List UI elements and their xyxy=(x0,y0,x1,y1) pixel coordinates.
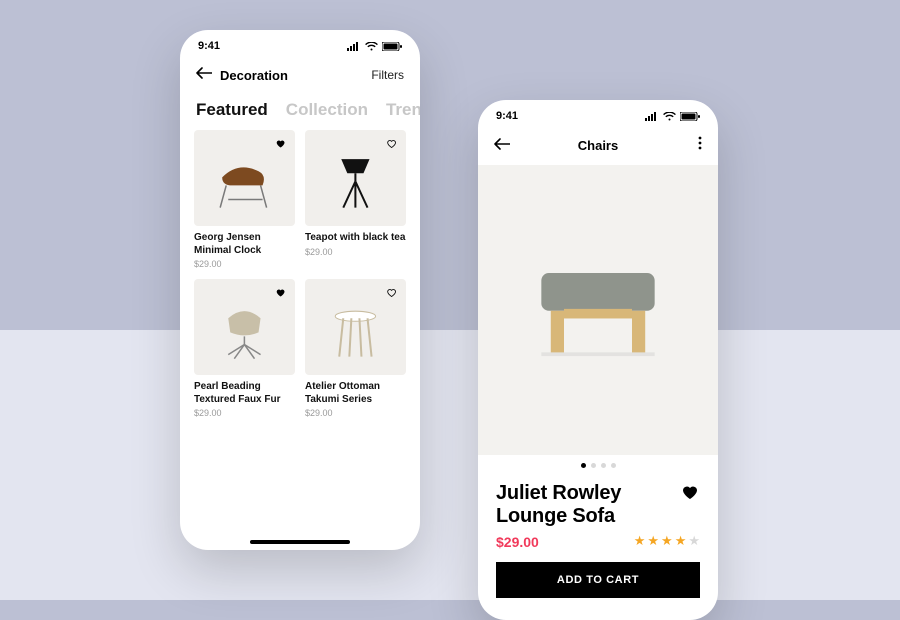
favorite-button[interactable] xyxy=(680,482,700,507)
back-button[interactable] xyxy=(196,66,212,84)
pager-dot[interactable] xyxy=(591,463,596,468)
status-icons xyxy=(347,42,402,51)
heart-icon xyxy=(275,138,286,149)
arrow-left-icon xyxy=(196,67,212,79)
heart-icon xyxy=(386,287,397,298)
wifi-icon xyxy=(663,112,676,121)
product-price: $29.00 xyxy=(194,408,295,418)
product-title: Teapot with black tea xyxy=(305,232,406,245)
product-image xyxy=(194,279,295,375)
product-card[interactable]: Atelier Ottoman Takumi Series $29.00 xyxy=(305,279,406,418)
detail-title: Juliet Rowley Lounge Sofa xyxy=(496,482,656,528)
product-image xyxy=(305,279,406,375)
page-title: Decoration xyxy=(220,68,288,83)
tab-collection[interactable]: Collection xyxy=(286,100,368,120)
more-button[interactable] xyxy=(698,136,702,155)
rating-stars: ★ ★ ★ ★ ★ xyxy=(634,534,700,547)
pager-dot[interactable] xyxy=(601,463,606,468)
signal-icon xyxy=(645,112,659,121)
detail-body: Juliet Rowley Lounge Sofa $29.00 ★ ★ ★ ★… xyxy=(478,476,718,550)
wifi-icon xyxy=(365,42,378,51)
listing-header: Decoration Filters xyxy=(180,56,420,94)
detail-price: $29.00 xyxy=(496,534,539,550)
detail-category-title: Chairs xyxy=(478,138,718,153)
detail-screen: 9:41 Chairs Juliet Rowley xyxy=(478,100,718,620)
status-icons xyxy=(645,112,700,121)
filters-button[interactable]: Filters xyxy=(371,68,404,82)
star-icon: ★ xyxy=(675,534,687,547)
product-price: $29.00 xyxy=(305,247,406,257)
favorite-button[interactable] xyxy=(275,136,289,150)
status-time: 9:41 xyxy=(496,110,518,122)
product-title: Pearl Beading Textured Faux Fur xyxy=(194,381,295,406)
battery-icon xyxy=(680,112,700,121)
product-grid: Georg Jensen Minimal Clock $29.00 Teapot… xyxy=(180,130,420,418)
product-title: Georg Jensen Minimal Clock xyxy=(194,232,295,257)
arrow-left-icon xyxy=(494,138,510,150)
product-image xyxy=(305,130,406,226)
product-price: $29.00 xyxy=(194,259,295,269)
product-title: Atelier Ottoman Takumi Series xyxy=(305,381,406,406)
product-card[interactable]: Pearl Beading Textured Faux Fur $29.00 xyxy=(194,279,295,418)
detail-hero-image[interactable] xyxy=(478,165,718,455)
tab-trend[interactable]: Trend xyxy=(386,100,420,120)
star-icon: ★ xyxy=(647,534,659,547)
battery-icon xyxy=(382,42,402,51)
add-to-cart-button[interactable]: ADD TO CART xyxy=(496,562,700,598)
heart-icon xyxy=(680,482,700,502)
detail-header: Chairs xyxy=(478,126,718,165)
more-vertical-icon xyxy=(698,136,702,150)
product-image xyxy=(194,130,295,226)
listing-screen: 9:41 Decoration Filters Featured Collect… xyxy=(180,30,420,550)
status-bar: 9:41 xyxy=(478,100,718,126)
status-time: 9:41 xyxy=(198,40,220,52)
back-button[interactable] xyxy=(494,137,510,155)
star-icon: ★ xyxy=(661,534,673,547)
star-icon: ★ xyxy=(688,534,700,547)
status-bar: 9:41 xyxy=(180,30,420,56)
pager-dot[interactable] xyxy=(581,463,586,468)
pager-dot[interactable] xyxy=(611,463,616,468)
favorite-button[interactable] xyxy=(386,136,400,150)
category-tabs: Featured Collection Trend xyxy=(180,94,420,130)
signal-icon xyxy=(347,42,361,51)
product-card[interactable]: Teapot with black tea $29.00 xyxy=(305,130,406,269)
favorite-button[interactable] xyxy=(386,285,400,299)
heart-icon xyxy=(275,287,286,298)
favorite-button[interactable] xyxy=(275,285,289,299)
product-price: $29.00 xyxy=(305,408,406,418)
star-icon: ★ xyxy=(634,534,646,547)
tab-featured[interactable]: Featured xyxy=(196,100,268,120)
product-card[interactable]: Georg Jensen Minimal Clock $29.00 xyxy=(194,130,295,269)
heart-icon xyxy=(386,138,397,149)
image-pager[interactable] xyxy=(478,455,718,476)
home-indicator[interactable] xyxy=(250,540,350,544)
